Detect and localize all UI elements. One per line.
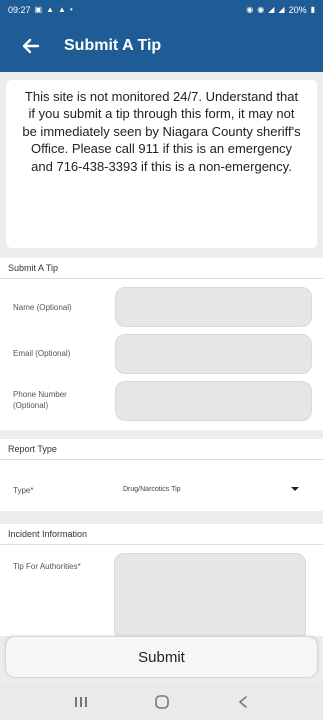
alarm-icon: ◉ — [246, 5, 254, 14]
dropdown-arrow-icon[interactable] — [291, 487, 299, 491]
section-header-incident: Incident Information — [0, 524, 323, 545]
recents-button[interactable] — [66, 690, 96, 714]
signal-icon-2: ◢ — [278, 5, 285, 14]
recents-icon — [74, 697, 87, 707]
alert-notification-icon-2: ▲ — [58, 5, 66, 14]
section-header-report: Report Type — [0, 439, 323, 460]
home-icon — [154, 695, 169, 709]
phone-input[interactable] — [115, 381, 312, 421]
battery-text: 20% — [288, 5, 307, 15]
arrow-left-icon — [22, 38, 40, 54]
gallery-notification-icon: ▣ — [34, 5, 43, 14]
home-button[interactable] — [147, 690, 177, 714]
name-input[interactable] — [115, 287, 312, 327]
status-bar: 09:27 ▣ ▲ ▲ • ◉ ◉ ◢ ◢ 20% ▮ — [0, 0, 323, 20]
submit-button[interactable]: Submit — [5, 636, 318, 678]
type-label: Type* — [13, 486, 34, 495]
tip-label: Tip For Authorities* — [13, 562, 81, 571]
app-bar: Submit A Tip — [0, 20, 323, 72]
email-input[interactable] — [115, 334, 312, 374]
submit-tip-section: Submit A Tip Name (Optional) Email (Opti… — [0, 258, 323, 430]
type-select-value[interactable]: Drug/Narcotics Tip — [123, 486, 181, 493]
phone-label: Phone Number (Optional) — [13, 390, 67, 410]
submit-button-label: Submit — [138, 648, 185, 666]
report-type-section: Report Type Type* Drug/Narcotics Tip — [0, 439, 323, 511]
back-chevron-icon — [238, 696, 247, 708]
alert-notification-icon: ▲ — [46, 5, 55, 14]
type-row[interactable]: Type* Drug/Narcotics Tip — [0, 459, 323, 511]
back-button[interactable] — [14, 29, 48, 63]
name-label: Name (Optional) — [13, 303, 72, 312]
battery-icon: ▮ — [310, 5, 315, 14]
tip-row: Tip For Authorities* — [0, 544, 323, 641]
system-back-button[interactable] — [228, 690, 258, 714]
dot-notification-icon: • — [69, 5, 73, 14]
signal-icon: ◢ — [268, 5, 275, 14]
tip-textarea[interactable] — [114, 553, 306, 641]
name-row: Name (Optional) — [0, 278, 323, 327]
section-header-submit: Submit A Tip — [0, 258, 323, 279]
status-time: 09:27 — [8, 5, 31, 15]
notice-card: This site is not monitored 24/7. Underst… — [6, 80, 317, 248]
phone-row: Phone Number (Optional) — [0, 370, 323, 422]
system-nav-bar — [0, 684, 323, 720]
email-row: Email (Optional) — [0, 324, 323, 374]
email-label: Email (Optional) — [13, 349, 71, 358]
notice-text: This site is not monitored 24/7. Underst… — [22, 89, 301, 174]
incident-section: Incident Information Tip For Authorities… — [0, 524, 323, 641]
page-title: Submit A Tip — [64, 37, 162, 54]
wifi-icon: ◉ — [257, 5, 265, 14]
